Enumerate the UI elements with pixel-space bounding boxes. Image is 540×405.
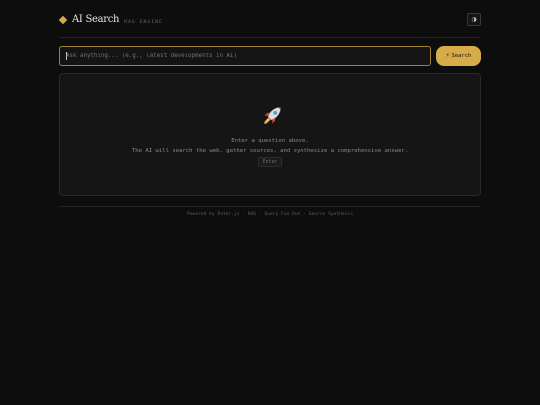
app-header: AI Search RAG ENGINE ◑ (58, 11, 481, 29)
text-caret (66, 52, 67, 60)
search-button-label: Search (451, 53, 472, 59)
diamond-icon (58, 15, 68, 25)
results-panel: Enter a question above. The AI will sear… (59, 73, 481, 196)
empty-state-title: Enter a question above. (231, 138, 309, 144)
lightning-icon: ⚡ (445, 53, 450, 59)
search-button[interactable]: ⚡ Search (436, 46, 481, 66)
half-circle-icon: ◑ (471, 16, 477, 23)
app-title: AI Search (72, 14, 120, 25)
empty-state-description: The AI will search the web, gather sourc… (131, 148, 409, 154)
theme-toggle-button[interactable]: ◑ (467, 13, 481, 26)
enter-key-hint: Enter (258, 157, 282, 167)
app-subtitle: RAG ENGINE (124, 19, 163, 25)
search-input[interactable] (59, 46, 431, 66)
footer-text: Powered by Puter.js · RAG · Query Fan-Ou… (187, 212, 353, 217)
header-divider (59, 37, 481, 38)
rocket-icon (264, 107, 281, 124)
footer-divider (59, 206, 481, 207)
app-root: AI Search RAG ENGINE ◑ ⚡ Search Enter a … (0, 0, 540, 405)
